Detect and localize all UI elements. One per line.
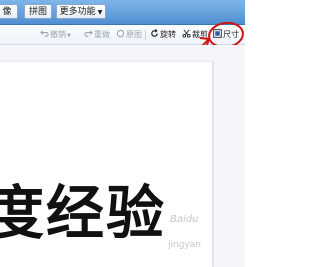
watermark-baidu: Baidu: [170, 214, 199, 225]
watermark-jingyan: jingyan: [168, 240, 201, 250]
canvas-text: 度经验: [0, 179, 167, 247]
